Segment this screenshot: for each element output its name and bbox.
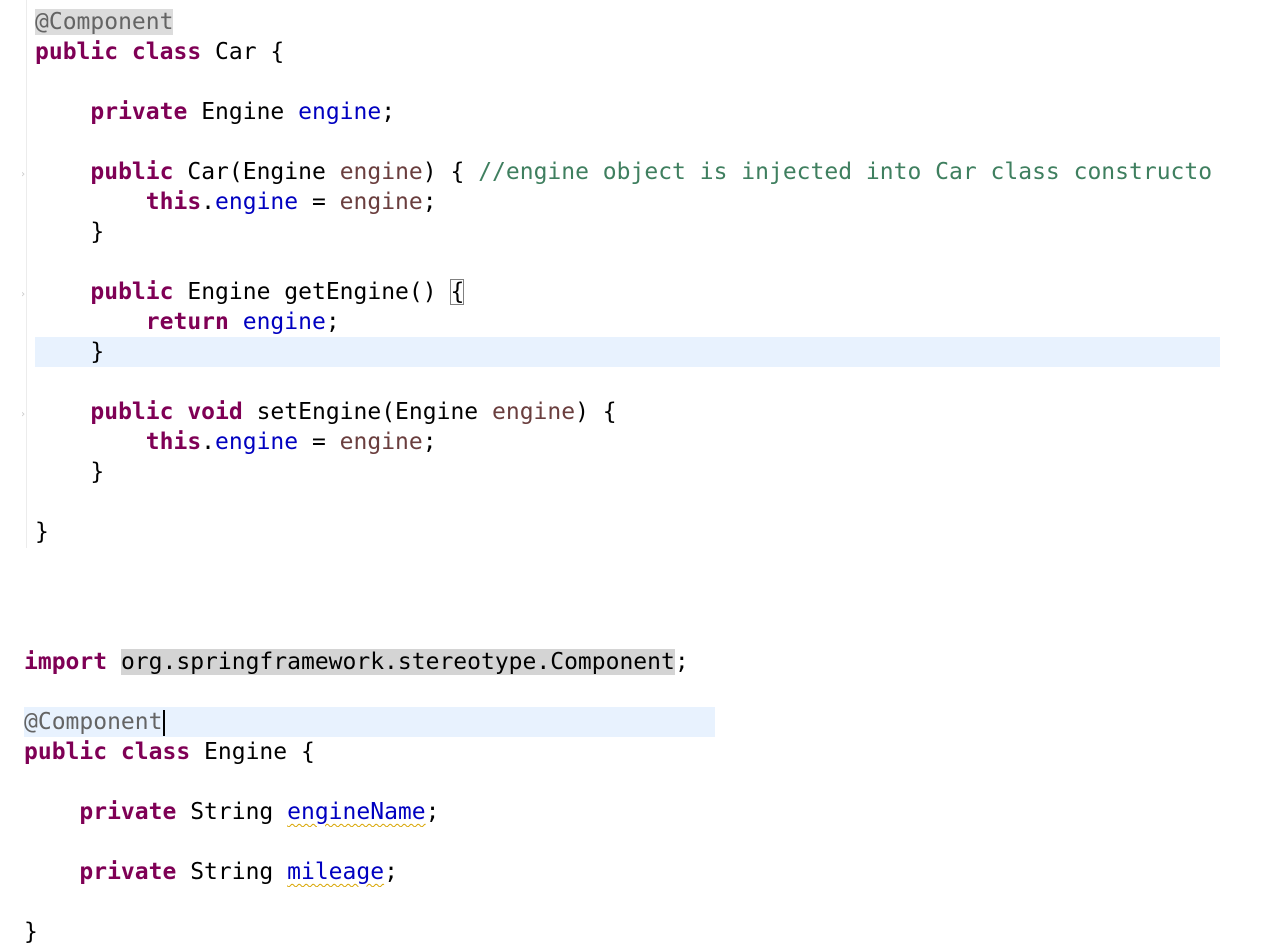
engine-class-editor[interactable]: import org.springframework.stereotype.Co…: [0, 640, 1286, 945]
assign-operator: =: [298, 189, 340, 215]
keyword-return: return: [145, 309, 229, 335]
code-comment: //engine object is injected into Car cla…: [478, 159, 1213, 185]
fold-collapse-icon[interactable]: ›: [20, 290, 26, 300]
code-line-import[interactable]: import org.springframework.stereotype.Co…: [24, 647, 1224, 677]
annotation-component: @Component: [35, 9, 174, 35]
code-line-field[interactable]: private String mileage;: [24, 857, 1224, 887]
field-mileage-warning[interactable]: mileage: [287, 859, 384, 885]
getter-signature: Engine getEngine(): [187, 279, 437, 305]
fold-collapse-icon[interactable]: ›: [20, 410, 26, 420]
semicolon: ;: [381, 99, 396, 125]
keyword-public-class: public class: [24, 739, 191, 765]
code-line-setter[interactable]: public void setEngine(Engine engine) {: [35, 397, 1220, 427]
keyword-import: import: [24, 649, 108, 675]
field-engine: engine: [215, 429, 299, 455]
code-line-class-declaration[interactable]: public class Car {: [35, 37, 1220, 67]
param-engine: engine: [492, 399, 576, 425]
car-class-editor[interactable]: › › › @Component public class Car { priv…: [0, 0, 1286, 560]
annotation-component: @Component: [24, 709, 163, 735]
param-engine: engine: [339, 189, 423, 215]
code-line-constructor[interactable]: public Car(Engine engine) { //engine obj…: [35, 157, 1220, 187]
field-engine: engine: [215, 189, 299, 215]
field-type: String: [190, 799, 274, 825]
dot: .: [201, 429, 216, 455]
code-line-close-brace[interactable]: }: [35, 457, 1220, 487]
keyword-private: private: [90, 99, 188, 125]
field-type: Engine: [201, 99, 285, 125]
code-line-class-close[interactable]: }: [24, 917, 1224, 947]
class-close-brace: }: [35, 519, 49, 545]
param-engine: engine: [339, 159, 423, 185]
constructor-signature: Car(Engine: [187, 159, 326, 185]
fold-collapse-icon[interactable]: ›: [20, 170, 26, 180]
code-line-class-close[interactable]: }: [35, 517, 1220, 547]
class-name-engine: Engine {: [204, 739, 315, 765]
text-caret: [163, 709, 166, 736]
matching-brace-highlight: {: [450, 279, 465, 305]
keyword-public-void: public void: [90, 399, 243, 425]
semicolon: ;: [384, 859, 398, 885]
field-type: String: [190, 859, 274, 885]
semicolon: ;: [325, 309, 340, 335]
code-line-class-declaration[interactable]: public class Engine {: [24, 737, 1224, 767]
code-line-close-brace[interactable]: }: [35, 217, 1220, 247]
setter-signature: setEngine(Engine: [256, 399, 479, 425]
semicolon: ;: [674, 649, 689, 675]
keyword-this: this: [145, 189, 202, 215]
class-close-brace: }: [24, 919, 38, 945]
field-engine: engine: [298, 99, 382, 125]
keyword-public: public: [90, 159, 174, 185]
signature-end: ) {: [575, 399, 617, 425]
code-line-getter[interactable]: public Engine getEngine() {: [35, 277, 1220, 307]
editor-gutter-ruler: [26, 0, 27, 548]
code-line-annotation-current[interactable]: @Component: [24, 707, 715, 737]
keyword-this: this: [145, 429, 202, 455]
close-brace: }: [90, 219, 105, 245]
keyword-public: public: [90, 279, 174, 305]
close-brace: }: [90, 339, 105, 365]
import-path: org.springframework.stereotype.Component: [120, 649, 675, 675]
field-engine: engine: [242, 309, 326, 335]
code-line-assignment[interactable]: this.engine = engine;: [35, 187, 1220, 217]
keyword-private: private: [79, 799, 177, 825]
code-line-annotation[interactable]: @Component: [35, 7, 1220, 37]
assign-operator: =: [298, 429, 340, 455]
code-line-field[interactable]: private Engine engine;: [35, 97, 1220, 127]
close-brace: }: [90, 459, 105, 485]
field-engine-name-warning[interactable]: engineName: [287, 799, 425, 825]
code-line-assignment[interactable]: this.engine = engine;: [35, 427, 1220, 457]
keyword-public-class: public class: [35, 39, 202, 65]
code-line-field[interactable]: private String engineName;: [24, 797, 1224, 827]
code-line-return[interactable]: return engine;: [35, 307, 1220, 337]
param-engine: engine: [339, 429, 423, 455]
class-name-car: Car {: [215, 39, 285, 65]
keyword-private: private: [79, 859, 177, 885]
semicolon: ;: [425, 799, 440, 825]
semicolon: ;: [422, 429, 437, 455]
signature-end: ) {: [422, 159, 465, 185]
code-line-close-brace-current[interactable]: }: [35, 337, 1220, 367]
dot: .: [201, 189, 216, 215]
semicolon: ;: [422, 189, 437, 215]
